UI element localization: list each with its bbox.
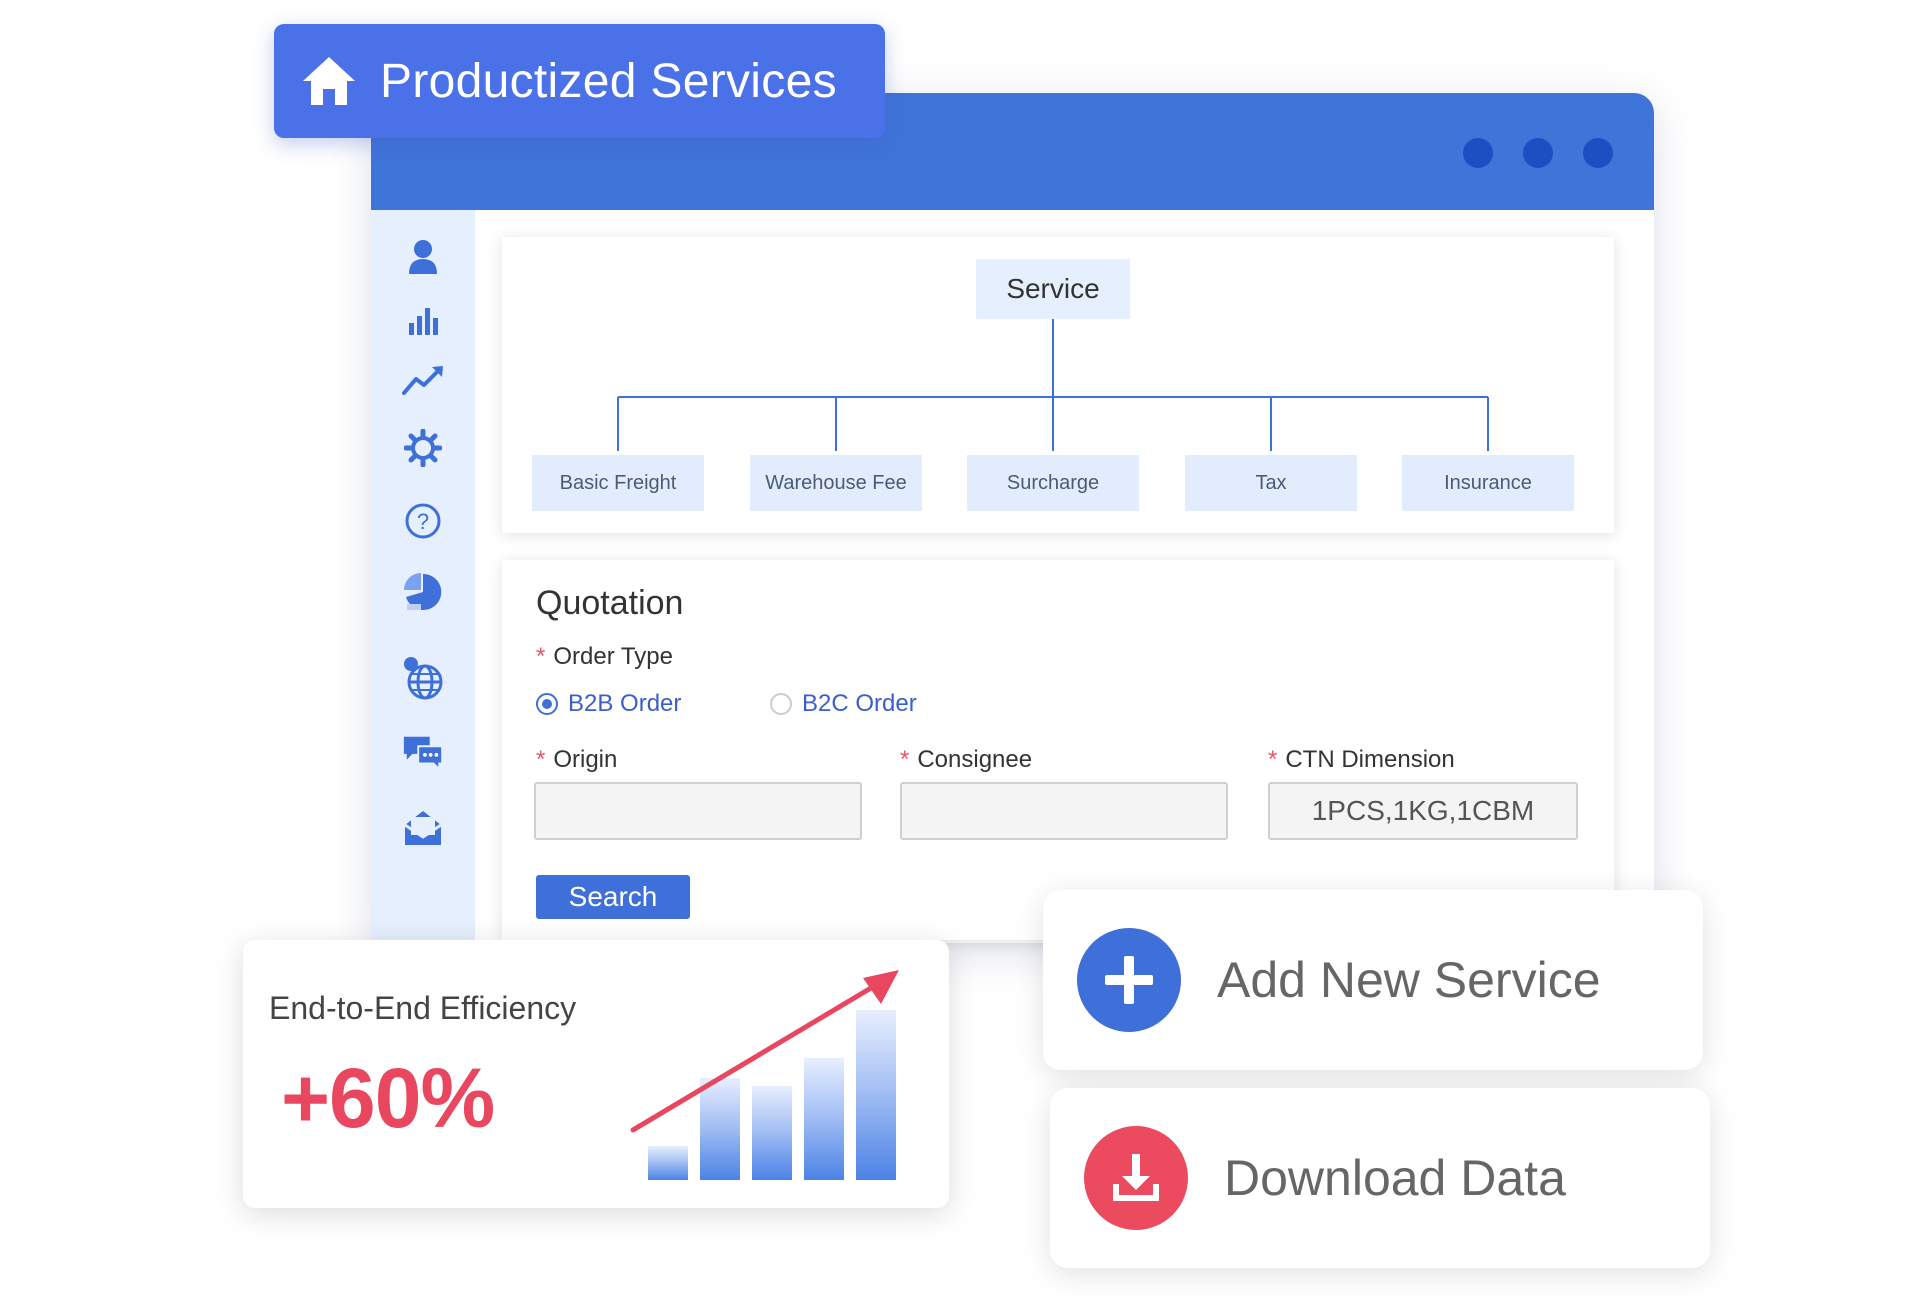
ctn-dimension-input[interactable]: 1PCS,1KG,1CBM: [1268, 782, 1578, 840]
help-icon[interactable]: ?: [401, 499, 445, 543]
add-new-service-label: Add New Service: [1217, 952, 1601, 1008]
download-data-label: Download Data: [1224, 1150, 1566, 1206]
service-node-insurance[interactable]: Insurance: [1402, 455, 1574, 511]
efficiency-bar: [804, 1058, 844, 1180]
service-node-basic-freight[interactable]: Basic Freight: [532, 455, 704, 511]
service-root-node[interactable]: Service: [976, 259, 1130, 319]
required-mark: *: [536, 643, 546, 670]
radio-b2c-order[interactable]: B2C Order: [770, 690, 917, 718]
window-dot-2[interactable]: [1523, 138, 1553, 168]
service-tree-card: Service Basic Freight Warehouse Fee Surc…: [502, 237, 1614, 533]
sidebar: ?: [371, 210, 475, 943]
pie-chart-icon[interactable]: [401, 570, 445, 614]
origin-label: * Origin: [536, 746, 618, 773]
chat-icon[interactable]: [401, 730, 445, 774]
gear-icon[interactable]: [401, 426, 445, 470]
radio-selected-indicator[interactable]: [536, 693, 558, 715]
home-icon[interactable]: [300, 54, 358, 108]
user-icon[interactable]: [401, 235, 445, 279]
radio-unselected-indicator[interactable]: [770, 693, 792, 715]
quotation-form: Quotation * Order Type B2B Order B2C Orde…: [502, 560, 1614, 940]
window-dot-1[interactable]: [1463, 138, 1493, 168]
app-title: Productized Services: [380, 54, 837, 108]
ctn-dimension-label: * CTN Dimension: [1268, 746, 1455, 773]
efficiency-bar: [700, 1078, 740, 1180]
service-node-surcharge[interactable]: Surcharge: [967, 455, 1139, 511]
efficiency-bar: [648, 1146, 688, 1180]
radio-b2b-order[interactable]: B2B Order: [536, 690, 681, 718]
efficiency-bar: [752, 1086, 792, 1180]
window-dot-3[interactable]: [1583, 138, 1613, 168]
trend-icon[interactable]: [401, 358, 445, 402]
efficiency-value: +60%: [281, 1051, 495, 1145]
svg-text:?: ?: [417, 509, 429, 534]
efficiency-card: End-to-End Efficiency +60%: [243, 940, 949, 1208]
service-node-tax[interactable]: Tax: [1185, 455, 1357, 511]
app-header: Productized Services: [274, 24, 885, 138]
search-button[interactable]: Search: [536, 875, 690, 919]
bar-chart-icon[interactable]: [401, 298, 445, 342]
service-node-warehouse-fee[interactable]: Warehouse Fee: [750, 455, 922, 511]
efficiency-bar-graphic: [630, 970, 899, 1180]
quotation-title: Quotation: [536, 584, 684, 622]
origin-input[interactable]: [534, 782, 862, 840]
add-new-service-card[interactable]: Add New Service: [1043, 890, 1703, 1070]
consignee-label: * Consignee: [900, 746, 1033, 773]
globe-icon[interactable]: [401, 656, 445, 700]
mail-icon[interactable]: [401, 806, 445, 850]
efficiency-label: End-to-End Efficiency: [269, 990, 577, 1026]
efficiency-bar: [856, 1010, 896, 1180]
consignee-input[interactable]: [900, 782, 1228, 840]
plus-icon[interactable]: [1077, 928, 1181, 1032]
download-icon[interactable]: [1084, 1126, 1188, 1230]
order-type-label: * Order Type: [536, 643, 673, 670]
download-data-card[interactable]: Download Data: [1050, 1088, 1710, 1268]
